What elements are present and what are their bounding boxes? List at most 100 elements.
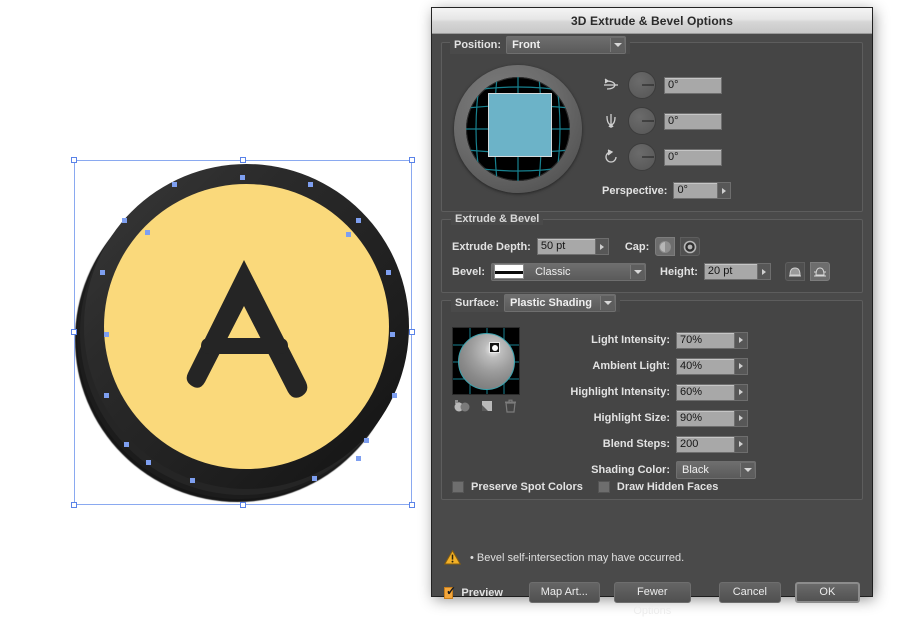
path-anchor-point[interactable]	[390, 332, 395, 337]
preserve-spot-colors-label[interactable]: Preserve Spot Colors	[471, 481, 583, 493]
highlight-size-stepper[interactable]: 90%	[676, 409, 748, 427]
highlight-size-step-icon[interactable]	[734, 409, 748, 427]
selection-handle[interactable]	[240, 502, 246, 508]
path-anchor-point[interactable]	[146, 460, 151, 465]
chevron-down-icon[interactable]	[740, 463, 754, 477]
path-anchor-point[interactable]	[145, 230, 150, 235]
path-anchor-point[interactable]	[190, 478, 195, 483]
bevel-extent-in-icon[interactable]	[809, 262, 830, 281]
path-anchor-point[interactable]	[240, 175, 245, 180]
bevel-select[interactable]: Classic	[491, 262, 647, 281]
rotation-x-row: 0°	[602, 71, 722, 99]
3d-extrude-bevel-dialog[interactable]: 3D Extrude & Bevel Options Position: Fro…	[432, 8, 872, 617]
blend-steps-step-icon[interactable]	[734, 435, 748, 453]
preview-label[interactable]: Preview	[461, 587, 503, 599]
selection-handle[interactable]	[409, 157, 415, 163]
preserve-spot-colors-checkbox[interactable]	[452, 481, 464, 493]
perspective-step-icon[interactable]	[717, 182, 732, 199]
selection-handle[interactable]	[240, 157, 246, 163]
cancel-button[interactable]: Cancel	[718, 582, 781, 603]
rotate-z-input[interactable]: 0°	[664, 148, 722, 166]
bevel-height-step-icon[interactable]	[756, 263, 771, 280]
light-intensity-input[interactable]: 70%	[676, 331, 734, 349]
path-anchor-point[interactable]	[386, 270, 391, 275]
highlight-size-label: Highlight Size:	[593, 412, 670, 424]
dialog-titlebar[interactable]: 3D Extrude & Bevel Options	[432, 8, 872, 34]
dialog-footer: Preview Map Art... Fewer Options Cancel …	[444, 582, 861, 617]
path-anchor-point[interactable]	[392, 393, 397, 398]
position-select[interactable]: Front	[506, 36, 627, 54]
blend-steps-stepper[interactable]: 200	[676, 435, 748, 453]
chevron-down-icon[interactable]	[630, 264, 645, 279]
selection-bounding-box[interactable]	[74, 160, 412, 505]
perspective-label: Perspective:	[602, 184, 668, 197]
cap-hollow-icon[interactable]	[680, 237, 701, 256]
extrude-depth-row: Extrude Depth: 50 pt Cap:	[452, 237, 701, 256]
selection-handle[interactable]	[409, 329, 415, 335]
surface-field-row: Highlight Intensity: 60%	[442, 379, 862, 405]
surface-label: Surface:	[455, 297, 500, 309]
perspective-input[interactable]: 0°	[673, 182, 718, 199]
highlight-intensity-stepper[interactable]: 60%	[676, 383, 748, 401]
light-intensity-step-icon[interactable]	[734, 331, 748, 349]
highlight-intensity-step-icon[interactable]	[734, 383, 748, 401]
path-anchor-point[interactable]	[100, 270, 105, 275]
bevel-height-stepper[interactable]: 20 pt	[703, 263, 771, 280]
trackball-grid[interactable]	[466, 77, 570, 181]
surface-legend-row: Surface: Plastic Shading	[451, 294, 621, 312]
rotate-x-input[interactable]: 0°	[664, 76, 722, 94]
path-anchor-point[interactable]	[312, 476, 317, 481]
path-anchor-point[interactable]	[122, 218, 127, 223]
rotate-y-dial[interactable]	[628, 107, 656, 135]
draw-hidden-faces-checkbox[interactable]	[597, 481, 610, 493]
chevron-down-icon[interactable]	[610, 38, 625, 52]
light-intensity-stepper[interactable]: 70%	[676, 331, 748, 349]
selection-handle[interactable]	[71, 502, 77, 508]
cap-solid-icon[interactable]	[655, 237, 676, 256]
preview-checkbox[interactable]	[444, 585, 457, 599]
selection-handle[interactable]	[409, 502, 415, 508]
cube-front-face[interactable]	[488, 93, 552, 157]
surface-field-row: Highlight Size: 90%	[442, 405, 862, 431]
bevel-height-input[interactable]: 20 pt	[703, 263, 757, 280]
ambient-light-stepper[interactable]: 40%	[676, 357, 748, 375]
surface-shading-select[interactable]: Plastic Shading	[504, 294, 617, 312]
cap-solid-glyph	[659, 240, 672, 253]
path-anchor-point[interactable]	[308, 182, 313, 187]
map-art-button[interactable]: Map Art...	[528, 582, 600, 603]
highlight-size-input[interactable]: 90%	[676, 409, 734, 427]
extrude-depth-input[interactable]: 50 pt	[536, 238, 595, 255]
perspective-stepper[interactable]: 0°	[673, 182, 732, 199]
surface-field-row: Light Intensity: 70%	[442, 327, 862, 353]
path-anchor-point[interactable]	[346, 232, 351, 237]
path-anchor-point[interactable]	[124, 442, 129, 447]
rotate-x-dial[interactable]	[628, 71, 656, 99]
highlight-intensity-input[interactable]: 60%	[676, 383, 734, 401]
rotate-y-input[interactable]: 0°	[664, 112, 722, 130]
path-anchor-point[interactable]	[356, 218, 361, 223]
ambient-light-step-icon[interactable]	[734, 357, 748, 375]
path-anchor-point[interactable]	[356, 456, 361, 461]
ok-button[interactable]: OK	[794, 582, 861, 603]
extrude-depth-step-icon[interactable]	[594, 238, 609, 255]
draw-hidden-faces-label[interactable]: Draw Hidden Faces	[617, 481, 718, 493]
fewer-options-button[interactable]: Fewer Options	[613, 582, 691, 617]
path-anchor-point[interactable]	[104, 393, 109, 398]
rotate-z-dial[interactable]	[628, 143, 656, 171]
blend-steps-input[interactable]: 200	[676, 435, 734, 453]
shading-color-select[interactable]: Black	[676, 461, 756, 479]
chevron-down-icon[interactable]	[600, 296, 615, 310]
position-trackball[interactable]	[454, 65, 582, 193]
path-anchor-point[interactable]	[104, 332, 109, 337]
selection-handle[interactable]	[71, 157, 77, 163]
extruded-coin-artwork[interactable]	[71, 157, 415, 508]
bevel-extent-out-icon[interactable]	[784, 262, 805, 281]
path-anchor-point[interactable]	[364, 438, 369, 443]
ambient-light-input[interactable]: 40%	[676, 357, 734, 375]
extrude-depth-stepper[interactable]: 50 pt	[536, 238, 609, 255]
warning-row: • Bevel self-intersection may have occur…	[444, 550, 684, 565]
selection-handle[interactable]	[71, 329, 77, 335]
position-select-value: Front	[512, 39, 541, 51]
illustrator-canvas[interactable]	[0, 0, 440, 644]
path-anchor-point[interactable]	[172, 182, 177, 187]
